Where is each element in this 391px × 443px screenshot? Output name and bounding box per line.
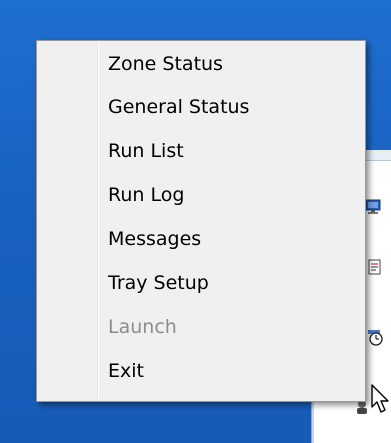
- monitor-icon: [365, 199, 381, 214]
- menu-item-tray-setup[interactable]: Tray Setup: [40, 263, 362, 303]
- menu-item-general-status[interactable]: General Status: [40, 87, 362, 127]
- menu-item-messages[interactable]: Messages: [40, 219, 362, 259]
- menu-item-exit[interactable]: Exit: [40, 351, 362, 391]
- pointer-cursor-icon: [371, 384, 389, 413]
- menu-item-zone-status[interactable]: Zone Status: [40, 44, 362, 84]
- menu-item-launch: Launch: [108, 316, 177, 338]
- clock-icon: [368, 330, 383, 346]
- tray-context-menu: Zone Status General Status Run List Run …: [36, 40, 366, 402]
- document-icon: [368, 259, 381, 275]
- menu-item-run-log[interactable]: Run Log: [40, 175, 362, 215]
- menu-item-run-list[interactable]: Run List: [40, 131, 362, 171]
